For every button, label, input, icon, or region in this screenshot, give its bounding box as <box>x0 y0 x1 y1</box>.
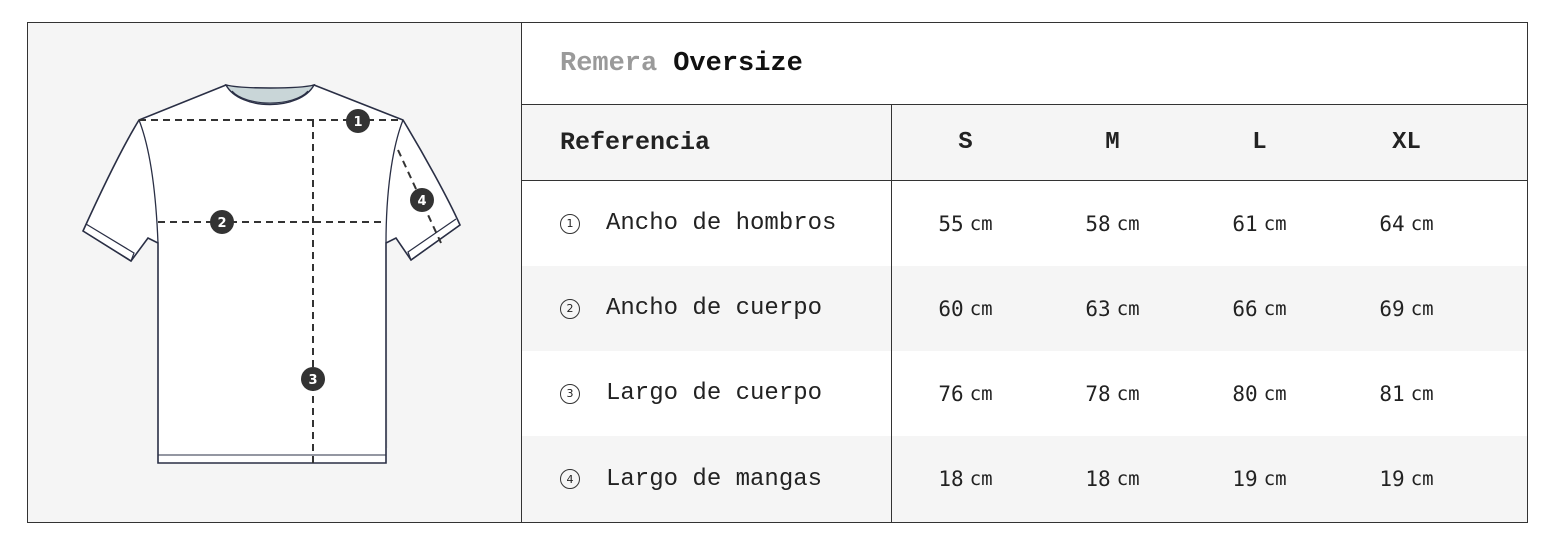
product-title: Remera Oversize <box>522 23 1527 105</box>
table-row: 1 Ancho de hombros 55 cm 58 cm 61 cm 64 cm <box>522 181 1527 266</box>
row-label: Largo de mangas <box>606 465 823 493</box>
shirt-outline <box>81 84 461 464</box>
tshirt-icon: 1 2 3 4 <box>81 83 461 464</box>
value-cell: 61 cm <box>1232 211 1287 236</box>
size-chart: 1 2 3 4 Remera Oversize Referencia S M L… <box>27 22 1528 523</box>
row-label: Ancho de cuerpo <box>606 295 823 322</box>
value-cell: 19 cm <box>1232 467 1287 491</box>
table-header: Referencia S M L XL <box>522 105 1527 181</box>
header-size-s: S <box>958 129 973 156</box>
title-light: Remera <box>560 48 658 79</box>
row-number: 2 <box>560 298 580 319</box>
value-cell: 69 cm <box>1379 296 1434 321</box>
value-cell: 64 cm <box>1379 211 1434 236</box>
value-cell: 81 cm <box>1379 381 1434 406</box>
title-bold: Oversize <box>673 48 803 79</box>
header-reference: Referencia <box>522 105 892 180</box>
svg-text:1: 1 <box>353 115 362 130</box>
svg-text:2: 2 <box>217 216 226 231</box>
header-size-m: M <box>1105 129 1120 156</box>
value-cell: 60 cm <box>938 296 993 321</box>
table-row: 4 Largo de mangas 18 cm 18 cm 19 cm 19 cm <box>522 436 1527 522</box>
value-cell: 66 cm <box>1232 296 1287 321</box>
value-cell: 18 cm <box>1085 467 1140 491</box>
svg-text:3: 3 <box>308 373 317 388</box>
tshirt-illustration: 1 2 3 4 <box>28 23 522 522</box>
value-cell: 19 cm <box>1379 467 1434 491</box>
svg-text:4: 4 <box>417 194 426 209</box>
value-cell: 80 cm <box>1232 381 1287 406</box>
table-row: 3 Largo de cuerpo 76 cm 78 cm 80 cm 81 cm <box>522 351 1527 436</box>
row-number: 3 <box>560 383 580 404</box>
value-cell: 18 cm <box>938 467 993 491</box>
value-cell: 58 cm <box>1085 211 1140 236</box>
header-size-xl: XL <box>1392 129 1421 156</box>
header-size-l: L <box>1252 129 1267 156</box>
value-cell: 76 cm <box>938 381 993 406</box>
value-cell: 78 cm <box>1085 381 1140 406</box>
value-cell: 63 cm <box>1085 296 1140 321</box>
row-label: Ancho de hombros <box>606 210 837 237</box>
size-table: Remera Oversize Referencia S M L XL 1 An… <box>522 23 1527 522</box>
row-label: Largo de cuerpo <box>606 380 823 407</box>
row-number: 1 <box>560 213 580 234</box>
row-number: 4 <box>560 469 580 489</box>
value-cell: 55 cm <box>938 211 993 236</box>
table-row: 2 Ancho de cuerpo 60 cm 63 cm 66 cm 69 cm <box>522 266 1527 351</box>
